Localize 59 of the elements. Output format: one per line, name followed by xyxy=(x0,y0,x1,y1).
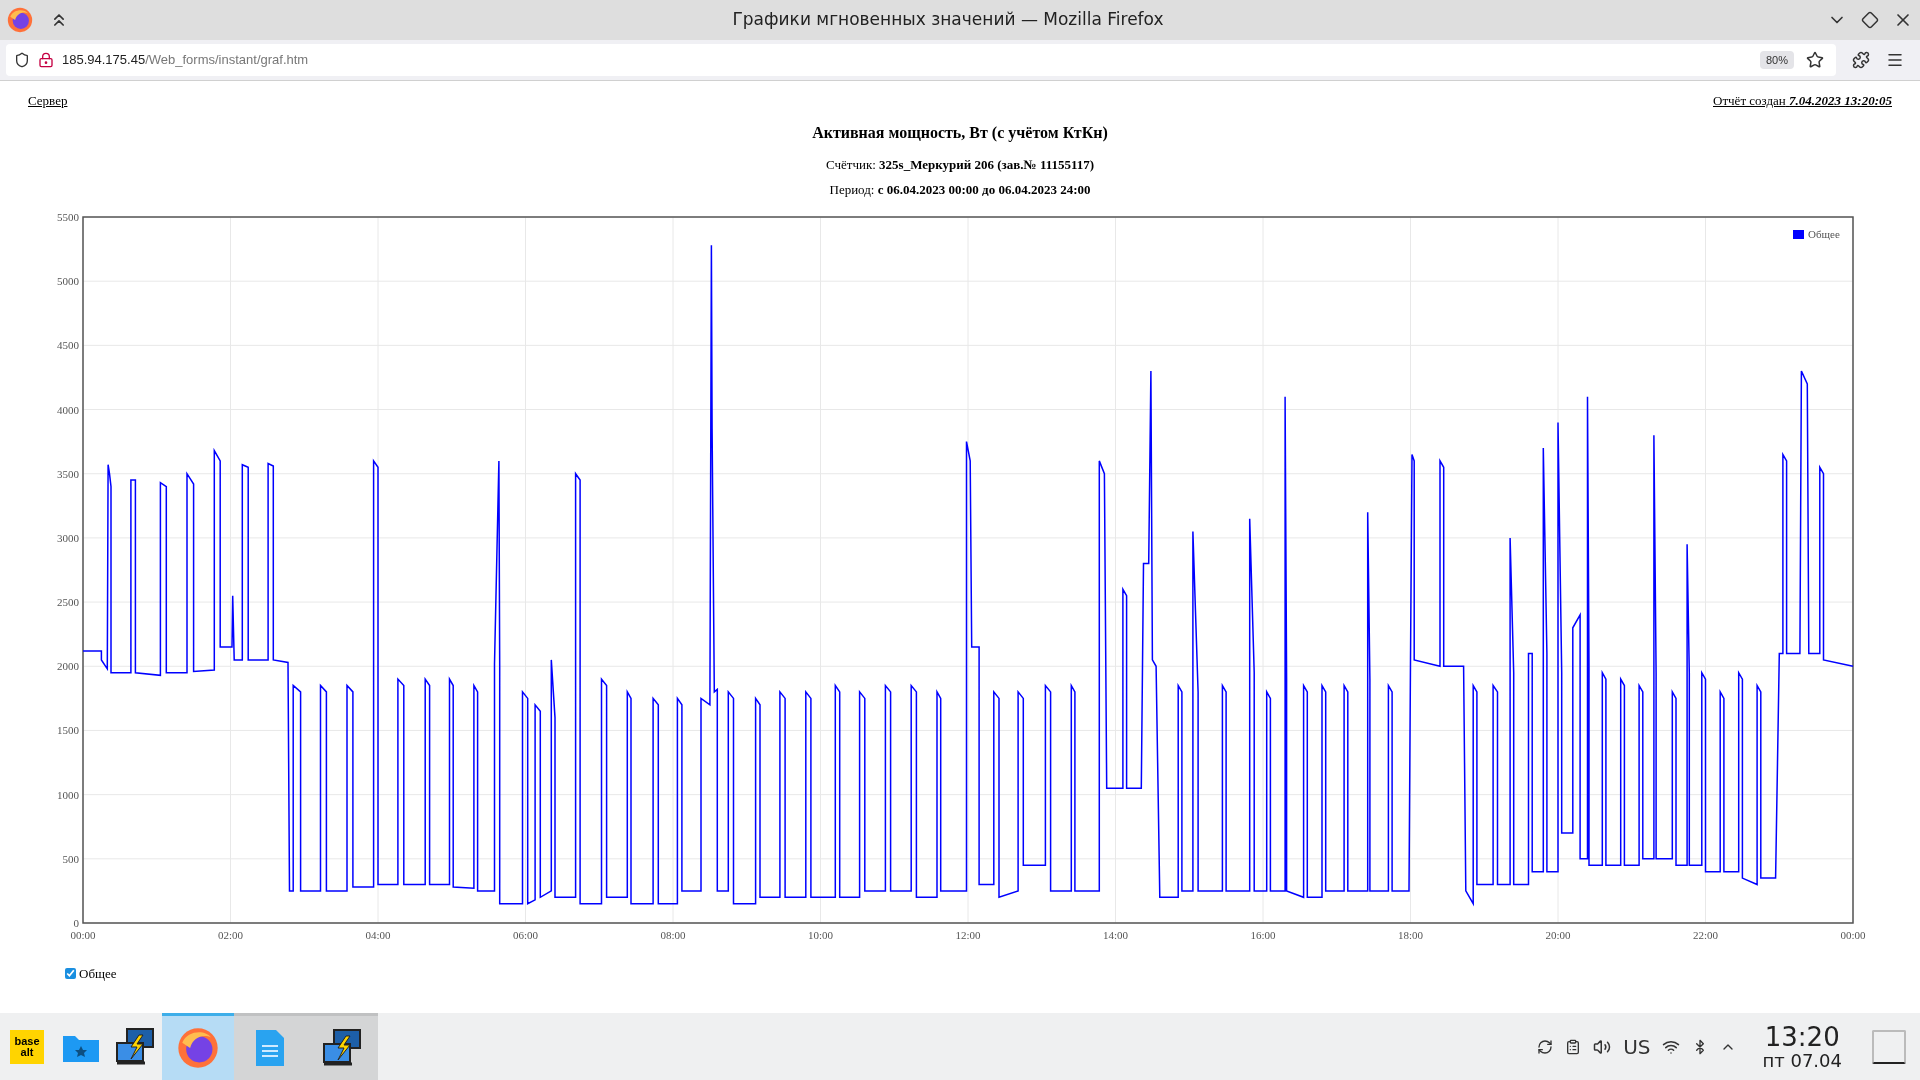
keyboard-layout[interactable]: US xyxy=(1623,1031,1651,1062)
meter-info: Счётчик: 325s_Меркурий 206 (зав.№ 11155117) xyxy=(825,158,1095,172)
shield-icon[interactable] xyxy=(14,52,30,68)
report-created-link[interactable]: Отчёт создан 7.04.2023 13:20:05 xyxy=(1713,93,1892,108)
series-label: Общее xyxy=(79,965,117,983)
axis-tick-label: 12:00 xyxy=(955,929,981,941)
clock-date[interactable]: пт 07.04 xyxy=(1762,1050,1842,1071)
window-title: Графики мгновенных значений — Mozilla Firefox xyxy=(732,8,1164,32)
axis-tick-label: 00:00 xyxy=(70,929,96,941)
series-checkbox[interactable] xyxy=(65,968,76,980)
axis-tick-label: 2500 xyxy=(57,596,79,609)
taskbar-app[interactable]: base alt xyxy=(0,1013,54,1080)
axis-tick-label: 3500 xyxy=(57,467,79,480)
axis-tick-label: 20:00 xyxy=(1545,929,1571,941)
axis-tick-label: 22:00 xyxy=(1692,929,1719,941)
axis-tick-label: 1500 xyxy=(57,724,79,737)
axis-tick-label: 08:00 xyxy=(660,929,686,941)
axis-tick-label: 4000 xyxy=(57,403,79,416)
period-info: Период: с 06.04.2023 00:00 до 06.04.2023 24:00 xyxy=(829,183,1091,197)
axis-tick-label: 10:00 xyxy=(807,929,834,941)
axis-tick-label: 14:00 xyxy=(1102,929,1129,941)
axis-tick-label: 3000 xyxy=(57,531,79,544)
clock-time[interactable]: 13:20 xyxy=(1764,1022,1840,1051)
axis-tick-label: 5500 xyxy=(57,211,79,223)
axis-tick-label: 2000 xyxy=(57,660,79,673)
maximize-icon[interactable] xyxy=(1861,11,1879,29)
axis-tick-label: 06:00 xyxy=(512,929,539,941)
firefox-icon xyxy=(7,7,33,33)
bookmark-star-icon[interactable] xyxy=(1806,51,1824,69)
document-icon xyxy=(254,1028,286,1068)
taskbar-app[interactable] xyxy=(306,1013,378,1080)
show-desktop-button[interactable] xyxy=(1872,1029,1906,1064)
axis-tick-label: 04:00 xyxy=(365,929,391,941)
axis-tick-label: 4500 xyxy=(57,339,79,352)
chart-title: Активная мощность, Вт (с учётом КтКн) xyxy=(812,124,1108,142)
clipboard-icon[interactable] xyxy=(1565,1038,1582,1055)
address-bar[interactable]: 185.94.175.45/Web_forms/instant/graf.htm 80% xyxy=(6,44,1836,76)
axis-tick-label: 16:00 xyxy=(1250,929,1276,941)
distro-logo: base alt xyxy=(10,1029,44,1064)
update-icon[interactable] xyxy=(1537,1038,1554,1055)
zoom-level[interactable]: 80% xyxy=(1759,50,1794,70)
axis-tick-label: 500 xyxy=(62,852,79,865)
axis-tick-label: 1000 xyxy=(57,788,79,801)
url-text: 185.94.175.45/Web_forms/instant/graf.htm xyxy=(62,51,310,70)
legend-swatch xyxy=(1793,230,1804,239)
axis-tick-label: 0 xyxy=(73,917,79,929)
legend-label: Общее xyxy=(1808,228,1840,240)
extensions-icon[interactable] xyxy=(1852,51,1870,69)
firefox-icon xyxy=(177,1027,219,1069)
menu-icon[interactable] xyxy=(1886,51,1904,69)
axis-tick-label: 5000 xyxy=(57,275,79,288)
network-connection-icon xyxy=(113,1026,157,1067)
network-connection-icon xyxy=(320,1028,364,1068)
server-link[interactable]: Сервер xyxy=(28,93,68,108)
volume-icon[interactable] xyxy=(1593,1037,1612,1056)
lock-icon[interactable] xyxy=(38,52,54,68)
axis-tick-label: 18:00 xyxy=(1397,929,1424,941)
axis-tick-label: 02:00 xyxy=(217,929,244,941)
axis-tick-label: 00:00 xyxy=(1840,929,1866,941)
